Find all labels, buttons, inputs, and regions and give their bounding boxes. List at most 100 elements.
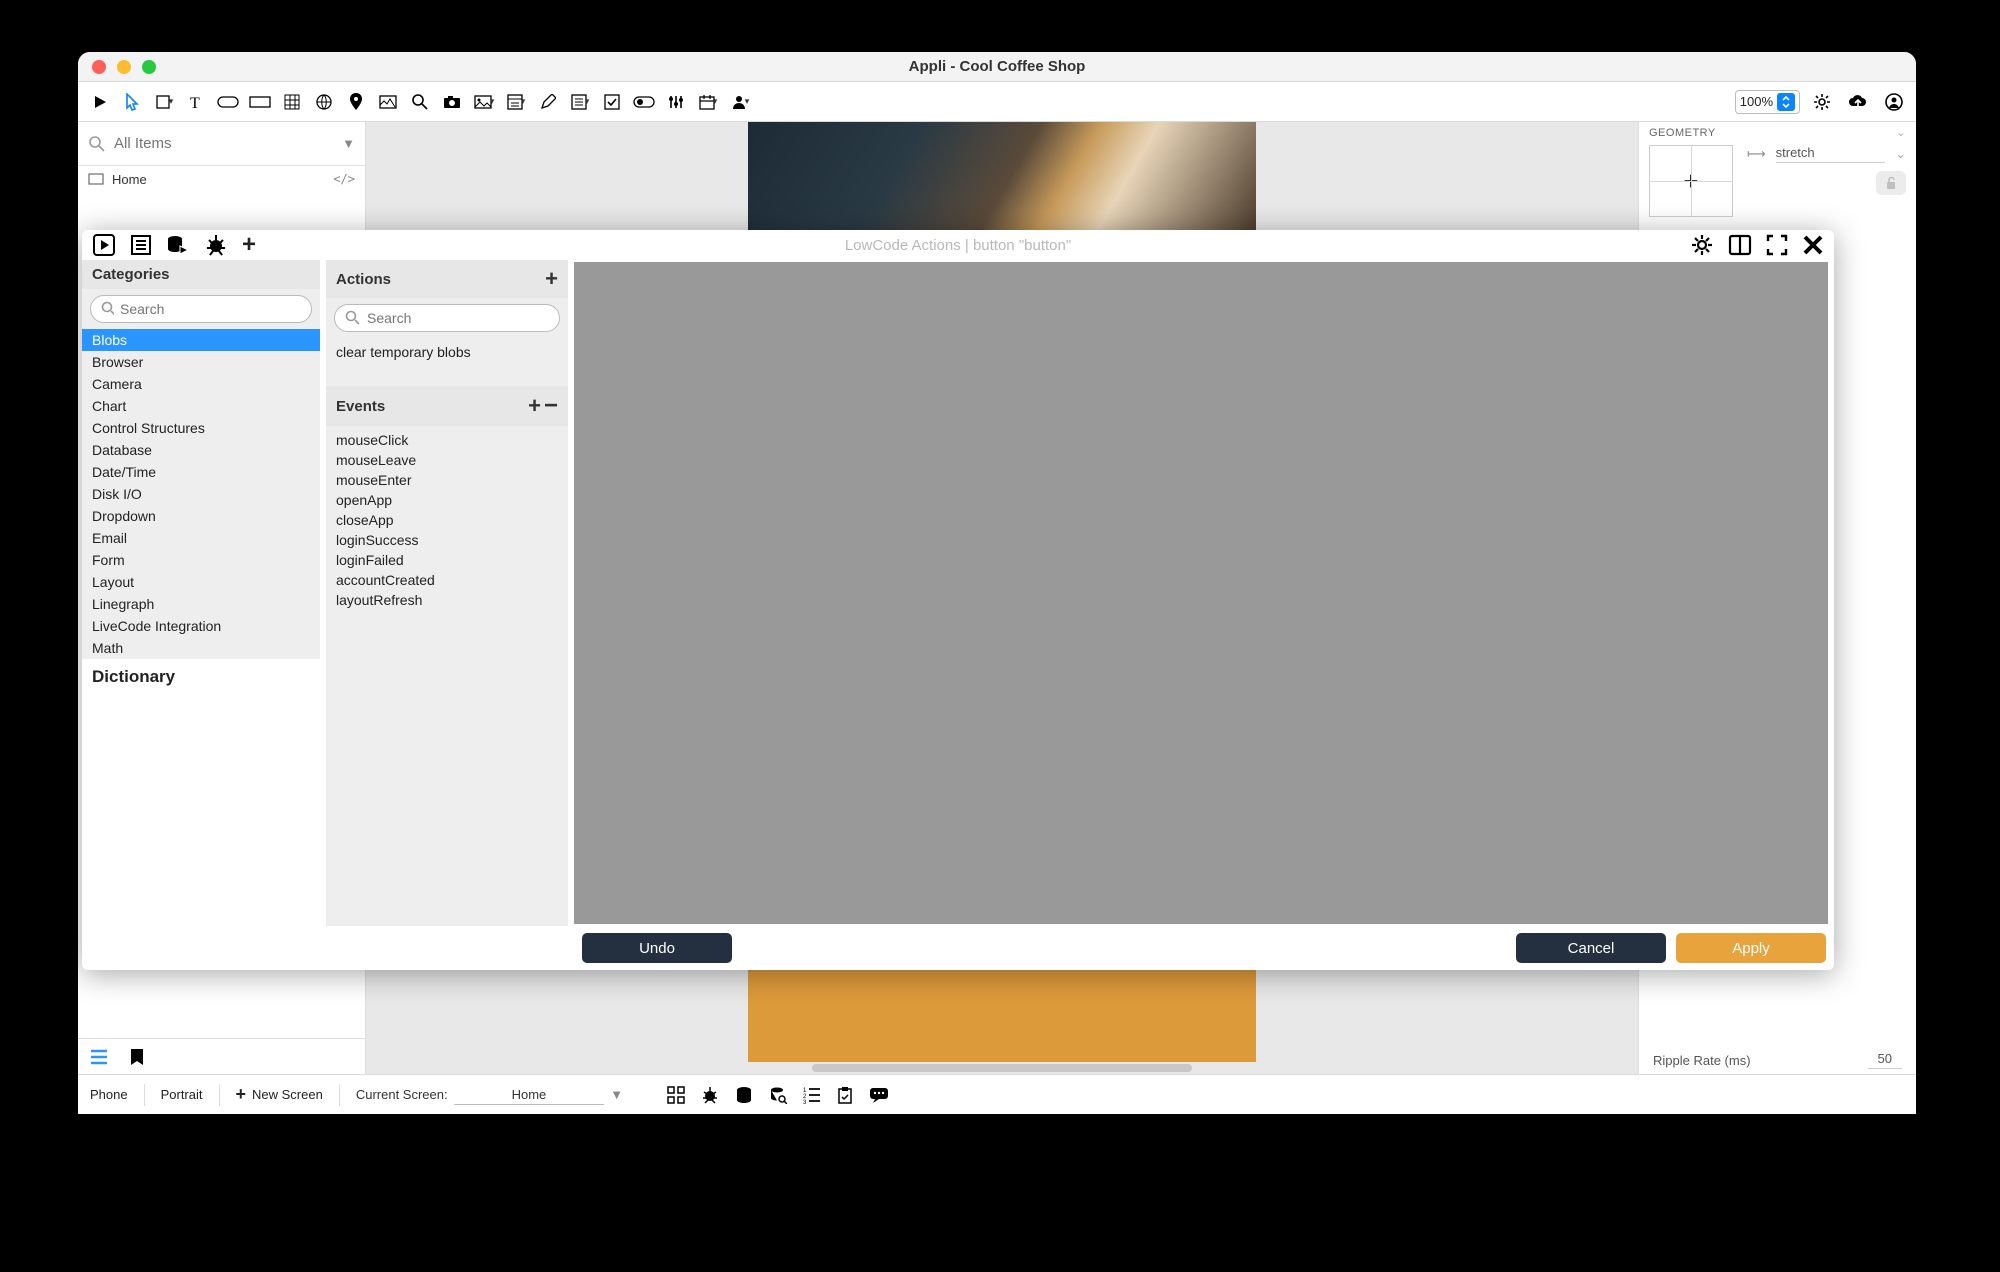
category-item[interactable]: Disk I/O (82, 483, 320, 505)
lowcode-canvas[interactable] (574, 262, 1828, 924)
shape-tool[interactable]: ▾ (150, 88, 178, 116)
category-item[interactable]: LiveCode Integration (82, 615, 320, 637)
undo-button[interactable]: Undo (582, 933, 732, 963)
event-item[interactable]: layoutRefresh (336, 590, 558, 610)
play-boxed-icon[interactable] (92, 233, 116, 257)
actions-search[interactable] (334, 304, 560, 332)
add-icon[interactable]: + (528, 393, 541, 419)
categories-list[interactable]: BlobsBrowserCameraChartControl Structure… (82, 329, 320, 659)
category-item[interactable]: Email (82, 527, 320, 549)
device-label[interactable]: Phone (90, 1087, 128, 1102)
dropdown-icon[interactable]: ▼ (342, 136, 355, 151)
dropdown-icon[interactable]: ▼ (610, 1087, 623, 1102)
categories-search-input[interactable] (120, 301, 301, 317)
numbered-list-icon[interactable]: 123 (803, 1086, 821, 1104)
category-item[interactable]: Browser (82, 351, 320, 373)
event-item[interactable]: accountCreated (336, 570, 558, 590)
category-item[interactable]: Control Structures (82, 417, 320, 439)
picture-tool[interactable]: ▾ (470, 88, 498, 116)
image-tool[interactable] (374, 88, 402, 116)
category-item[interactable]: Dropdown (82, 505, 320, 527)
chevron-down-icon[interactable]: ⌄ (1895, 146, 1906, 162)
add-icon[interactable]: + (242, 231, 256, 259)
close-icon[interactable] (1802, 234, 1824, 256)
camera-tool[interactable] (438, 88, 466, 116)
minus-icon[interactable]: − (544, 392, 558, 420)
category-item[interactable]: Date/Time (82, 461, 320, 483)
run-button[interactable] (86, 88, 114, 116)
cancel-button[interactable]: Cancel (1516, 933, 1666, 963)
add-icon[interactable]: + (545, 266, 558, 292)
list-view-icon[interactable] (90, 1049, 108, 1065)
split-view-icon[interactable] (1728, 234, 1752, 256)
apply-button[interactable]: Apply (1676, 933, 1826, 963)
debug-icon[interactable] (204, 233, 228, 257)
category-item[interactable]: Linegraph (82, 593, 320, 615)
globe-tool[interactable] (310, 88, 338, 116)
category-item[interactable]: Database (82, 439, 320, 461)
calendar-tool[interactable]: ▾ (694, 88, 722, 116)
zoom-selector[interactable]: 100% (1735, 90, 1800, 114)
account-icon[interactable] (1880, 88, 1908, 116)
database-icon[interactable] (735, 1086, 753, 1104)
action-item[interactable]: clear temporary blobs (336, 344, 558, 360)
notes-icon[interactable] (130, 234, 152, 256)
edit-tool[interactable] (534, 88, 562, 116)
search-tool[interactable] (406, 88, 434, 116)
event-item[interactable]: loginFailed (336, 550, 558, 570)
list-tool[interactable]: ▾ (566, 88, 594, 116)
database-search-icon[interactable] (769, 1086, 787, 1104)
toggle-tool[interactable] (630, 88, 658, 116)
field-tool[interactable] (246, 88, 274, 116)
event-item[interactable]: mouseLeave (336, 450, 558, 470)
canvas-scrollbar[interactable] (812, 1064, 1192, 1072)
event-item[interactable]: openApp (336, 490, 558, 510)
align-select[interactable]: stretch (1776, 145, 1885, 163)
ripple-value[interactable]: 50 (1868, 1051, 1902, 1069)
settings-icon[interactable] (1808, 88, 1836, 116)
current-screen-value[interactable]: Home (454, 1085, 605, 1105)
gear-icon[interactable] (1690, 233, 1714, 257)
event-item[interactable]: mouseClick (336, 430, 558, 450)
tree-item-home[interactable]: Home </> (78, 166, 365, 192)
window-zoom[interactable] (142, 60, 156, 74)
events-list[interactable]: mouseClickmouseLeavemouseEnteropenAppclo… (326, 426, 568, 614)
new-screen-button[interactable]: + New Screen (236, 1084, 323, 1105)
lock-toggle[interactable] (1876, 171, 1906, 195)
cloud-upload-icon[interactable] (1844, 88, 1872, 116)
event-item[interactable]: mouseEnter (336, 470, 558, 490)
pointer-tool[interactable] (118, 88, 146, 116)
category-item[interactable]: Form (82, 549, 320, 571)
user-tool[interactable]: ▾ (726, 88, 754, 116)
category-item[interactable]: Blobs (82, 329, 320, 351)
text-tool[interactable]: T (182, 88, 210, 116)
actions-search-input[interactable] (367, 310, 549, 326)
pin-tool[interactable] (342, 88, 370, 116)
category-item[interactable]: Math (82, 637, 320, 659)
grid-icon[interactable] (667, 1086, 685, 1104)
actions-list[interactable]: clear temporary blobs (326, 338, 568, 378)
category-item[interactable]: Layout (82, 571, 320, 593)
table-tool[interactable] (278, 88, 306, 116)
left-search[interactable]: ▼ (78, 122, 365, 166)
event-item[interactable]: closeApp (336, 510, 558, 530)
chevron-down-icon[interactable]: ⌄ (1896, 126, 1906, 139)
anchor-editor[interactable]: + (1649, 145, 1733, 217)
categories-search[interactable] (90, 295, 312, 323)
window-close[interactable] (92, 60, 106, 74)
form-tool[interactable]: ▾ (502, 88, 530, 116)
left-search-input[interactable] (114, 135, 334, 152)
button-tool[interactable] (214, 88, 242, 116)
sliders-tool[interactable] (662, 88, 690, 116)
checkbox-tool[interactable] (598, 88, 626, 116)
fullscreen-icon[interactable] (1766, 234, 1788, 256)
event-item[interactable]: loginSuccess (336, 530, 558, 550)
category-item[interactable]: Camera (82, 373, 320, 395)
clipboard-icon[interactable] (837, 1086, 853, 1104)
window-minimize[interactable] (117, 60, 131, 74)
bookmark-icon[interactable] (130, 1048, 144, 1066)
category-item[interactable]: Chart (82, 395, 320, 417)
lowcode-titlebar[interactable]: + LowCode Actions | button "button" (82, 230, 1834, 260)
db-play-icon[interactable] (166, 234, 190, 256)
chat-icon[interactable] (869, 1087, 889, 1103)
